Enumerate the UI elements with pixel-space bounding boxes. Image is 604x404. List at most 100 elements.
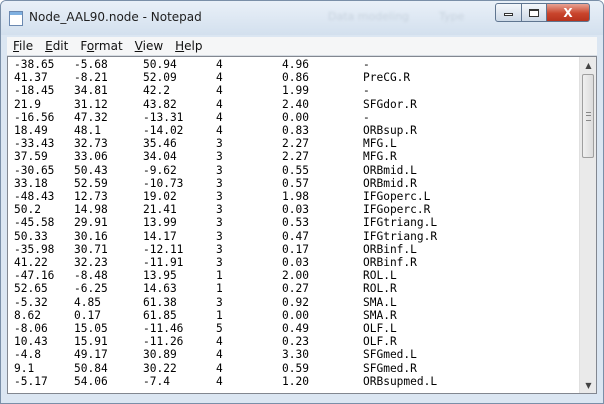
window-title: Node_AAL90.node - Notepad	[29, 10, 202, 24]
text-line-field-2: 52.59	[74, 176, 108, 190]
text-line-field-6: ORBsupmed.L	[363, 374, 438, 388]
text-line-field-4: 1	[216, 282, 223, 296]
text-line-field-4: 3	[216, 256, 223, 269]
maximize-icon	[529, 8, 539, 17]
text-line-field-3: 13.95	[143, 269, 177, 283]
text-line-field-3: -11.26	[143, 335, 184, 349]
text-line-field-1: -35.98	[14, 242, 55, 256]
text-line-field-1: 41.37	[14, 71, 48, 85]
scrollbar-thumb[interactable]	[582, 74, 594, 158]
text-line-field-4: 3	[216, 216, 223, 230]
text-line-field-6: MFG.R	[363, 150, 397, 164]
text-line-field-2: -8.48	[74, 269, 108, 283]
text-line-field-6: IFGoperc.L	[363, 190, 431, 203]
notepad-app-icon[interactable]	[9, 11, 23, 26]
text-line-field-1: 18.49	[14, 124, 48, 137]
text-line-field-3: 61.85	[143, 308, 177, 322]
text-line-field-2: 30.16	[74, 229, 108, 243]
text-line-field-5: 2.27	[282, 137, 309, 151]
text-line-field-6: ROL.R	[363, 282, 397, 296]
text-line-field-6: SMA.R	[363, 308, 397, 322]
text-line-field-4: 5	[216, 322, 223, 335]
text-line-field-5: 0.86	[282, 71, 309, 85]
text-line-field-2: 50.43	[74, 163, 108, 177]
text-line-field-1: -47.16	[14, 269, 55, 283]
text-line-field-1: 41.22	[14, 256, 48, 269]
minimize-button[interactable]	[495, 3, 522, 22]
text-line-field-4: 4	[216, 348, 223, 362]
text-line-field-1: -33.43	[14, 137, 55, 151]
scroll-down-icon[interactable]: ▼	[580, 377, 596, 393]
text-line-field-2: 50.84	[74, 361, 108, 375]
menu-file[interactable]: File	[7, 37, 39, 55]
menu-edit[interactable]: Edit	[39, 37, 74, 55]
text-line-field-3: 30.22	[143, 361, 177, 375]
text-line-field-5: 0.47	[282, 229, 309, 243]
text-line-field-2: 31.12	[74, 97, 108, 111]
text-editor-area[interactable]: -38.65 -5.68 50.94 4 4.96 - 41.37 -8.21 52.09 4 0.…	[7, 56, 597, 394]
text-line-field-6: SFGmed.L	[363, 348, 417, 362]
text-line-field-3: -12.11	[143, 242, 184, 256]
text-line-field-4: 4	[216, 97, 223, 111]
text-line-field-5: 0.03	[282, 256, 309, 269]
menu-format[interactable]: Format	[74, 37, 128, 55]
text-line-field-6: SFGdor.R	[363, 97, 417, 111]
text-line-field-5: 0.27	[282, 282, 309, 296]
notepad-window: Node_AAL90.node - Notepad Data modeling …	[0, 0, 604, 404]
text-line-field-2: 12.73	[74, 190, 108, 203]
text-line-field-5: 0.59	[282, 361, 309, 375]
text-line-field-3: 43.82	[143, 97, 177, 111]
text-line-field-5: 0.92	[282, 295, 309, 309]
vertical-scrollbar[interactable]: ▲ ▼	[579, 57, 596, 393]
text-line-field-4: 1	[216, 308, 223, 322]
text-line-field-6: ORBinf.R	[363, 256, 417, 269]
close-icon: X	[563, 5, 573, 20]
background-window-title: Data modeling	[328, 10, 410, 23]
text-line-field-1: -8.06	[14, 322, 48, 335]
text-line-field-1: -16.56	[14, 110, 55, 124]
text-line-field-1: -45.58	[14, 216, 55, 230]
text-line-field-5: 2.00	[282, 269, 309, 283]
maximize-button[interactable]	[521, 3, 547, 22]
text-line-field-5: 0.57	[282, 176, 309, 190]
text-line-field-6: OLF.L	[363, 322, 397, 335]
text-line-field-4: 4	[216, 335, 223, 349]
background-window-title-2: Type	[439, 10, 465, 23]
text-line-field-1: -5.32	[14, 295, 48, 309]
text-line-field-3: 13.99	[143, 216, 177, 230]
text-line-field-2: 15.91	[74, 335, 108, 349]
text-line-field-2: 29.91	[74, 216, 108, 230]
text-line-field-1: -38.65	[14, 58, 55, 71]
text-line-field-5: 0.53	[282, 216, 309, 230]
text-line-field-1: 33.18	[14, 176, 48, 190]
text-line-field-3: -14.02	[143, 124, 184, 137]
text-line-field-5: 3.30	[282, 348, 309, 362]
text-line-field-6: ORBmid.R	[363, 176, 417, 190]
minimize-icon	[504, 13, 513, 16]
scroll-up-icon[interactable]: ▲	[580, 57, 596, 73]
text-line-field-5: 0.17	[282, 242, 309, 256]
close-button[interactable]: X	[546, 3, 590, 22]
text-line-field-4: 4	[216, 110, 223, 124]
text-line-field-4: 3	[216, 176, 223, 190]
text-line-field-2: 0.17	[74, 308, 101, 322]
text-line-field-6: -	[363, 58, 370, 71]
text-line-field-5: 0.00	[282, 110, 309, 124]
text-line-field-4: 4	[216, 71, 223, 85]
text-line-field-3: -9.62	[143, 163, 177, 177]
menu-view[interactable]: View	[129, 37, 169, 55]
text-line-field-4: 3	[216, 137, 223, 151]
text-line-field-5: 4.96	[282, 58, 309, 71]
menu-help[interactable]: Help	[169, 37, 208, 55]
text-line-field-4: 1	[216, 269, 223, 283]
text-line-field-6: -	[363, 110, 370, 124]
editor-text-lines[interactable]: -38.65 -5.68 50.94 4 4.96 - 41.37 -8.21 52.09 4 0.…	[8, 57, 579, 393]
title-bar[interactable]: Node_AAL90.node - Notepad Data modeling …	[1, 1, 603, 35]
text-line-field-4: 4	[216, 58, 223, 71]
text-line-field-3: 19.02	[143, 190, 177, 203]
text-line-field-5: 1.98	[282, 190, 309, 203]
text-line-field-4: 3	[216, 150, 223, 164]
text-line-field-5: 2.27	[282, 150, 309, 164]
text-line-field-6: -	[363, 84, 370, 98]
text-line-field-3: 50.94	[143, 58, 177, 71]
